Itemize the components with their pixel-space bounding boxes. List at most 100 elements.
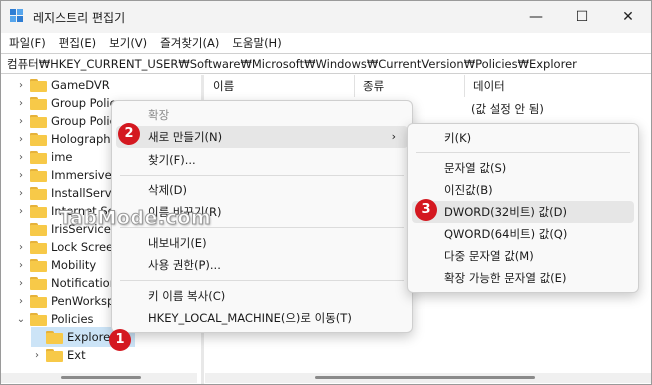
chevron-right-icon[interactable]: › <box>15 98 27 109</box>
chevron-right-icon[interactable]: › <box>15 188 27 199</box>
new-submenu: 키(K) 문자열 값(S) 이진값(B) DWORD(32비트) 값(D) QW… <box>407 123 639 293</box>
tree-item-label: Notification <box>51 276 117 290</box>
submenu-expandable-string-value[interactable]: 확장 가능한 문자열 값(E) <box>412 267 634 289</box>
menu-favorites[interactable]: 즐겨찾기(A) <box>152 33 224 53</box>
tree-item-ext[interactable]: › Ext <box>31 345 86 365</box>
tree-item-gamedvr[interactable]: › GameDVR <box>15 75 110 95</box>
tree-item-installservice[interactable]: › InstallServic <box>15 183 121 203</box>
tree-item-label: Policies <box>51 312 94 326</box>
tree-item-label: Explorer <box>67 330 115 344</box>
menu-find[interactable]: 찾기(F)... <box>116 149 408 171</box>
submenu-qword-value[interactable]: QWORD(64비트) 값(Q) <box>412 223 634 245</box>
step-badge-2: 2 <box>118 123 140 145</box>
menu-delete[interactable]: 삭제(D) <box>116 179 408 201</box>
step-badge-3: 3 <box>415 199 437 221</box>
chevron-right-icon[interactable]: › <box>31 350 43 361</box>
folder-icon <box>46 330 63 344</box>
tree-item-group-policy-2[interactable]: › Group Polic <box>15 111 116 131</box>
chevron-down-icon[interactable]: ⌄ <box>15 314 27 325</box>
menu-file[interactable]: 파일(F) <box>1 33 51 53</box>
registry-editor-window: 레지스트리 편집기 — ☐ ✕ 파일(F) 편집(E) 보기(V) 즐겨찾기(A… <box>0 0 652 385</box>
column-header-name[interactable]: 이름 <box>205 75 355 97</box>
chevron-right-icon: › <box>391 130 396 143</box>
registry-editor-icon <box>10 9 23 22</box>
chevron-right-icon[interactable]: › <box>15 278 27 289</box>
folder-icon <box>30 96 47 110</box>
menu-separator <box>120 175 404 176</box>
menu-edit[interactable]: 편집(E) <box>51 33 101 53</box>
folder-icon <box>30 294 47 308</box>
menu-bar: 파일(F) 편집(E) 보기(V) 즐겨찾기(A) 도움말(H) <box>1 33 651 53</box>
folder-icon <box>30 168 47 182</box>
tree-item-label: Mobility <box>51 258 97 272</box>
column-header-data[interactable]: 데이터 <box>465 75 651 97</box>
tree-item-label: ImmersiveS <box>51 168 119 182</box>
submenu-key[interactable]: 키(K) <box>412 127 634 149</box>
folder-icon <box>46 348 63 362</box>
tree-item-group-policy[interactable]: › Group Policy <box>15 93 123 113</box>
close-button[interactable]: ✕ <box>605 1 651 33</box>
folder-icon <box>30 222 47 236</box>
submenu-multi-string-value[interactable]: 다중 문자열 값(M) <box>412 245 634 267</box>
folder-icon <box>30 276 47 290</box>
menu-separator <box>416 152 630 153</box>
menu-help[interactable]: 도움말(H) <box>224 33 286 53</box>
tree-item-mobility[interactable]: › Mobility <box>15 255 96 275</box>
menu-permissions[interactable]: 사용 권한(P)... <box>116 254 408 276</box>
window-title: 레지스트리 편집기 <box>33 11 126 25</box>
scrollbar-thumb[interactable] <box>315 376 535 379</box>
tree-item-label: Group Polic <box>51 114 116 128</box>
folder-icon <box>30 240 47 254</box>
submenu-string-value[interactable]: 문자열 값(S) <box>412 157 634 179</box>
chevron-right-icon[interactable]: › <box>15 296 27 307</box>
tree-item-ime[interactable]: › ime <box>15 147 72 167</box>
submenu-dword-value[interactable]: DWORD(32비트) 값(D) <box>412 201 634 223</box>
chevron-right-icon[interactable]: › <box>15 80 27 91</box>
chevron-right-icon[interactable]: › <box>15 206 27 217</box>
tree-item-label: Lock Screen <box>51 240 121 254</box>
folder-icon <box>30 132 47 146</box>
folder-icon <box>30 186 47 200</box>
tree-item-label: PenWorksp <box>51 294 115 308</box>
menu-goto-hklm[interactable]: HKEY_LOCAL_MACHINE(으)로 이동(T) <box>116 307 408 329</box>
tree-item-lock-screen[interactable]: › Lock Screen <box>15 237 120 257</box>
tree-item-holographic[interactable]: › Holographi <box>15 129 114 149</box>
menu-new-label: 새로 만들기(N) <box>148 130 223 144</box>
title-bar: 레지스트리 편집기 — ☐ ✕ <box>1 1 651 33</box>
folder-icon <box>30 204 47 218</box>
menu-separator <box>120 280 404 281</box>
scrollbar-thumb[interactable] <box>61 376 141 379</box>
tree-item-label: Ext <box>67 348 86 362</box>
tree-item-label: ime <box>51 150 73 164</box>
chevron-right-icon[interactable]: › <box>15 116 27 127</box>
tree-item-notifications[interactable]: › Notification <box>15 273 117 293</box>
chevron-right-icon[interactable]: › <box>15 260 27 271</box>
menu-copy-key-name[interactable]: 키 이름 복사(C) <box>116 285 408 307</box>
tree-item-label: Holographi <box>51 132 114 146</box>
maximize-button[interactable]: ☐ <box>559 1 605 33</box>
folder-icon <box>30 258 47 272</box>
folder-icon <box>30 150 47 164</box>
menu-view[interactable]: 보기(V) <box>101 33 152 53</box>
address-bar[interactable]: 컴퓨터₩HKEY_CURRENT_USER₩Software₩Microsoft… <box>1 53 651 74</box>
chevron-right-icon[interactable]: › <box>15 242 27 253</box>
minimize-button[interactable]: — <box>513 1 559 33</box>
tree-item-immersive[interactable]: › ImmersiveS <box>15 165 119 185</box>
menu-export[interactable]: 내보내기(E) <box>116 232 408 254</box>
chevron-right-icon[interactable]: › <box>15 170 27 181</box>
default-value-data: (값 설정 안 됨) <box>471 102 544 116</box>
folder-icon <box>30 114 47 128</box>
tree-item-penworkspace[interactable]: › PenWorksp <box>15 291 114 311</box>
menu-expand: 확장 <box>148 108 170 122</box>
menu-new[interactable]: 새로 만들기(N) › <box>116 126 408 148</box>
chevron-right-icon[interactable]: › <box>15 134 27 145</box>
tree-horizontal-scrollbar[interactable] <box>1 373 197 383</box>
values-horizontal-scrollbar[interactable] <box>205 373 651 383</box>
tree-item-policies[interactable]: ⌄ Policies <box>15 309 94 329</box>
column-header-type[interactable]: 종류 <box>355 75 465 97</box>
submenu-binary-value[interactable]: 이진값(B) <box>412 179 634 201</box>
tree-item-label: GameDVR <box>51 78 110 92</box>
folder-icon <box>30 78 47 92</box>
chevron-right-icon[interactable]: › <box>15 152 27 163</box>
folder-icon <box>30 312 47 326</box>
